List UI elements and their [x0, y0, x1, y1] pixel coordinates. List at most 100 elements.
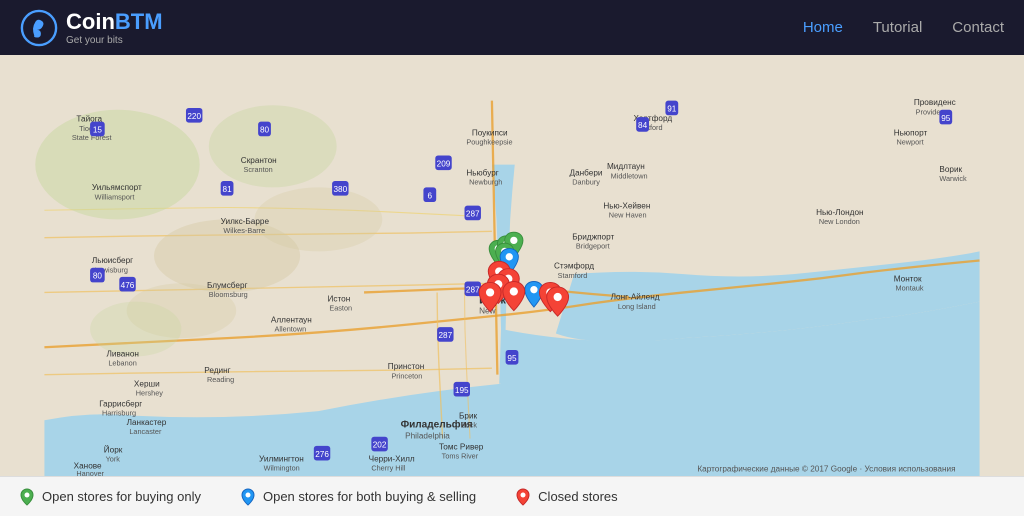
navigation: Home Tutorial Contact [803, 19, 1004, 36]
svg-text:Middletown: Middletown [611, 171, 648, 180]
nav-contact[interactable]: Contact [952, 19, 1004, 36]
logo-text-area: CoinBTM Get your bits [66, 9, 163, 46]
legend-item-buying: Open stores for buying only [20, 488, 201, 506]
svg-text:91: 91 [667, 105, 677, 114]
svg-text:95: 95 [507, 354, 517, 363]
svg-text:Принстон: Принстон [388, 362, 424, 371]
svg-text:287: 287 [466, 210, 480, 219]
svg-text:Ливанон: Ливанон [107, 349, 139, 358]
svg-text:Льюисберг: Льюисберг [92, 256, 133, 265]
svg-text:Wilmington: Wilmington [264, 464, 300, 473]
svg-text:276: 276 [315, 450, 329, 459]
svg-text:Allentown: Allentown [275, 325, 307, 334]
map-svg: Филадельфия Philadelphia Нью- Йорк New С… [0, 55, 1024, 476]
svg-text:Томс Ривер: Томс Ривер [439, 443, 484, 452]
svg-text:Bloomsburg: Bloomsburg [209, 290, 248, 299]
svg-text:Истон: Истон [328, 295, 351, 304]
svg-text:Рединг: Рединг [204, 366, 230, 375]
svg-text:Нью-Лондон: Нью-Лондон [816, 208, 863, 217]
legend-item-both: Open stores for both buying & selling [241, 488, 476, 506]
svg-text:95: 95 [941, 114, 951, 123]
legend-closed-label: Closed stores [538, 489, 617, 504]
svg-text:Скрантон: Скрантон [241, 156, 277, 165]
svg-text:Poughkeepsie: Poughkeepsie [466, 137, 512, 146]
svg-text:Ворик: Ворик [939, 165, 962, 174]
green-pin-icon [20, 488, 34, 506]
svg-text:Williamsport: Williamsport [95, 192, 135, 201]
svg-text:Danbury: Danbury [572, 178, 600, 187]
red-pin-icon [516, 488, 530, 506]
svg-text:Аллентаун: Аллентаун [271, 316, 312, 325]
svg-text:Картографические данные © 2017: Картографические данные © 2017 Google · … [697, 464, 955, 473]
nav-home[interactable]: Home [803, 19, 843, 36]
svg-text:Поукипси: Поукипси [472, 128, 508, 137]
svg-text:6: 6 [428, 191, 433, 200]
svg-text:Бриджпорт: Бриджпорт [572, 232, 614, 241]
legend-item-closed: Closed stores [516, 488, 617, 506]
svg-text:New London: New London [819, 217, 860, 226]
svg-text:Брик: Брик [459, 411, 478, 420]
svg-text:195: 195 [455, 386, 469, 395]
svg-text:Блумсберг: Блумсберг [207, 281, 248, 290]
svg-text:Провиденс: Провиденс [914, 98, 956, 107]
svg-text:Ланкастер: Ланкастер [127, 418, 167, 427]
svg-text:Уилкс-Барре: Уилкс-Барре [221, 217, 270, 226]
svg-text:209: 209 [437, 159, 451, 168]
logo-icon [20, 9, 58, 47]
svg-text:New Haven: New Haven [609, 211, 647, 220]
svg-text:15: 15 [93, 126, 103, 135]
svg-text:Wilkes-Barre: Wilkes-Barre [223, 226, 265, 235]
svg-text:Уилмингтон: Уилмингтон [259, 454, 304, 463]
svg-text:Монток: Монток [894, 274, 922, 283]
svg-text:380: 380 [333, 185, 347, 194]
svg-text:Lancaster: Lancaster [129, 427, 162, 436]
svg-text:Long Island: Long Island [618, 302, 656, 311]
svg-text:Lebanon: Lebanon [108, 358, 136, 367]
header: CoinBTM Get your bits Home Tutorial Cont… [0, 0, 1024, 55]
svg-text:Черри-Хилл: Черри-Хилл [369, 454, 415, 463]
svg-text:Йорк: Йорк [104, 443, 123, 454]
svg-text:287: 287 [466, 285, 480, 294]
svg-text:Toms River: Toms River [442, 452, 479, 461]
svg-text:York: York [106, 454, 121, 463]
legend-buying-label: Open stores for buying only [42, 489, 201, 504]
svg-text:81: 81 [223, 185, 233, 194]
svg-text:287: 287 [438, 331, 452, 340]
svg-text:Мидлтаун: Мидлтаун [607, 162, 645, 171]
map-container[interactable]: Филадельфия Philadelphia Нью- Йорк New С… [0, 55, 1024, 476]
map-background: Филадельфия Philadelphia Нью- Йорк New С… [0, 55, 1024, 476]
svg-text:Newburgh: Newburgh [469, 178, 502, 187]
svg-text:Данбери: Данбери [570, 169, 603, 178]
svg-text:Warwick: Warwick [939, 174, 967, 183]
svg-text:Гаррисберг: Гаррисберг [99, 400, 142, 409]
svg-text:Hershey: Hershey [136, 389, 164, 398]
svg-text:Montauk: Montauk [896, 284, 924, 293]
legend-both-label: Open stores for both buying & selling [263, 489, 476, 504]
svg-text:Reading: Reading [207, 375, 234, 384]
svg-text:Newport: Newport [896, 137, 923, 146]
svg-text:80: 80 [260, 126, 270, 135]
svg-text:Hanover: Hanover [76, 469, 104, 476]
svg-text:Стэмфорд: Стэмфорд [554, 262, 594, 271]
svg-text:Лонг-Айленд: Лонг-Айленд [611, 293, 660, 302]
logo-tagline: Get your bits [66, 35, 163, 46]
svg-text:Нью-Хейвен: Нью-Хейвен [603, 201, 650, 210]
blue-pin-icon [241, 488, 255, 506]
svg-text:476: 476 [121, 281, 135, 290]
logo-area: CoinBTM Get your bits [20, 9, 163, 47]
svg-text:220: 220 [187, 112, 201, 121]
svg-text:Ньюпорт: Ньюпорт [894, 128, 928, 137]
svg-text:Уильямспорт: Уильямспорт [92, 183, 142, 192]
svg-text:Ньюбург: Ньюбург [466, 169, 498, 178]
legend: Open stores for buying only Open stores … [0, 476, 1024, 516]
svg-text:Philadelphia: Philadelphia [405, 432, 450, 441]
svg-text:Херши: Херши [134, 380, 160, 389]
svg-text:Stamford: Stamford [558, 271, 588, 280]
nav-tutorial[interactable]: Tutorial [873, 19, 922, 36]
svg-text:Harrisburg: Harrisburg [102, 409, 136, 418]
svg-text:Bridgeport: Bridgeport [576, 242, 610, 251]
svg-text:84: 84 [638, 121, 648, 130]
svg-text:Cherry Hill: Cherry Hill [371, 464, 405, 473]
logo-name: CoinBTM [66, 9, 163, 35]
svg-text:202: 202 [373, 441, 387, 450]
